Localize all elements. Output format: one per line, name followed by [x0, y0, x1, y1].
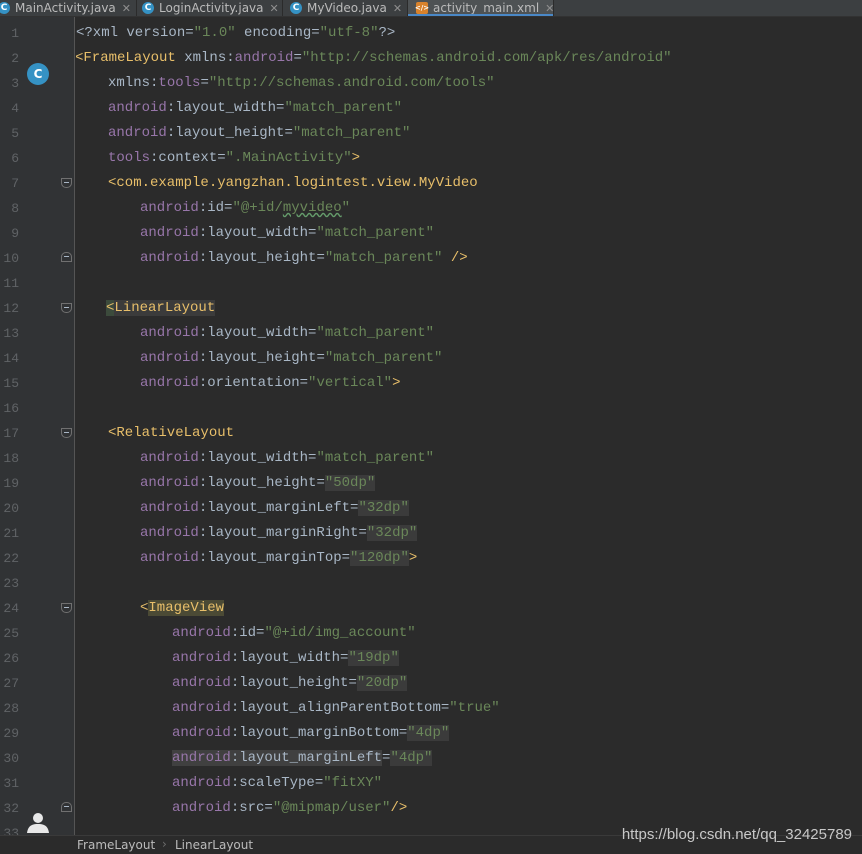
line-number: 8: [11, 201, 19, 216]
code-line: android:layout_width="match_parent": [140, 325, 435, 341]
close-icon[interactable]: ✕: [545, 2, 554, 15]
code-line: <com.example.yangzhan.logintest.view.MyV…: [108, 175, 478, 191]
line-number-gutter[interactable]: 1 2 3 4 5 6 7 8 9 10 11 12 13 14 15 16 1…: [0, 17, 75, 835]
line-number: 12: [3, 301, 19, 316]
code-editor[interactable]: <?xml version="1.0" encoding="utf-8"?> <…: [76, 17, 862, 835]
close-icon[interactable]: ✕: [270, 2, 279, 15]
java-class-icon: C: [290, 2, 302, 14]
line-number: 23: [3, 576, 19, 591]
line-number: 24: [3, 601, 19, 616]
close-icon[interactable]: ✕: [393, 2, 402, 15]
user-icon: [27, 813, 49, 833]
line-number: 25: [3, 626, 19, 641]
code-line: android:layout_width="match_parent": [108, 100, 403, 116]
code-line: android:scaleType="fitXY": [172, 775, 383, 791]
tab-main-activity[interactable]: C MainActivity.java ✕: [0, 0, 137, 16]
tab-label: activity_main.xml: [433, 1, 540, 15]
code-line: android:layout_width="match_parent": [140, 450, 435, 466]
code-line: android:layout_marginLeft="4dp": [172, 750, 433, 766]
code-line: android:layout_height="match_parent": [140, 350, 443, 366]
fold-collapse-icon[interactable]: [61, 603, 72, 613]
code-line: android:layout_marginLeft="32dp": [140, 500, 409, 516]
line-number: 20: [3, 501, 19, 516]
line-number: 22: [3, 551, 19, 566]
line-number: 18: [3, 451, 19, 466]
breadcrumb-item-linearlayout[interactable]: LinearLayout: [175, 838, 253, 852]
line-number: 21: [3, 526, 19, 541]
editor-tab-bar: C MainActivity.java ✕ C LoginActivity.ja…: [0, 0, 862, 17]
code-line: android:id="@+id/myvideo": [140, 200, 351, 216]
code-line: <RelativeLayout: [108, 425, 235, 441]
java-class-icon: C: [0, 2, 10, 14]
line-number: 27: [3, 676, 19, 691]
tab-login-activity[interactable]: C LoginActivity.java ✕: [137, 0, 283, 16]
code-line: android:layout_height="20dp": [172, 675, 408, 691]
line-number: 15: [3, 376, 19, 391]
line-number: 11: [3, 276, 19, 291]
code-line: <ImageView: [140, 600, 225, 616]
fold-expand-end-icon[interactable]: [61, 802, 72, 812]
code-line: android:orientation="vertical">: [140, 375, 401, 391]
fold-expand-end-icon[interactable]: [61, 252, 72, 262]
line-number: 13: [3, 326, 19, 341]
code-line: android:src="@mipmap/user"/>: [172, 800, 408, 816]
fold-collapse-icon[interactable]: [61, 428, 72, 438]
line-number: 30: [3, 751, 19, 766]
code-line: android:layout_height="match_parent" />: [140, 250, 468, 266]
line-number: 7: [11, 176, 19, 191]
code-line: <?xml version="1.0" encoding="utf-8"?>: [76, 25, 396, 41]
line-number: 14: [3, 351, 19, 366]
code-line: android:layout_height="match_parent": [108, 125, 411, 141]
line-number: 9: [11, 226, 19, 241]
code-line: android:layout_height="50dp": [140, 475, 376, 491]
line-number: 33: [3, 826, 19, 835]
line-number: 28: [3, 701, 19, 716]
code-line: android:layout_alignParentBottom="true": [172, 700, 500, 716]
line-number: 29: [3, 726, 19, 741]
code-line: android:id="@+id/img_account": [172, 625, 416, 641]
line-number: 31: [3, 776, 19, 791]
class-marker-icon[interactable]: C: [27, 63, 49, 85]
line-number: 19: [3, 476, 19, 491]
code-line: android:layout_width="match_parent": [140, 225, 435, 241]
code-line: android:layout_marginBottom="4dp": [172, 725, 450, 741]
code-line: <LinearLayout: [106, 300, 216, 316]
line-number: 2: [11, 51, 19, 66]
fold-collapse-icon[interactable]: [61, 303, 72, 313]
tab-label: MainActivity.java: [15, 1, 116, 15]
line-number: 17: [3, 426, 19, 441]
close-icon[interactable]: ✕: [122, 2, 131, 15]
line-number: 10: [3, 251, 19, 266]
chevron-right-icon: ›: [162, 837, 167, 851]
line-number: 32: [3, 801, 19, 816]
tab-label: LoginActivity.java: [159, 1, 264, 15]
line-number: 1: [11, 26, 19, 41]
line-number: 5: [11, 126, 19, 141]
line-number: 3: [11, 76, 19, 91]
line-number: 6: [11, 151, 19, 166]
line-number: 16: [3, 401, 19, 416]
java-class-icon: C: [142, 2, 154, 14]
line-number: 4: [11, 101, 19, 116]
code-line: xmlns:tools="http://schemas.android.com/…: [108, 75, 495, 91]
watermark: https://blog.csdn.net/qq_32425789: [621, 826, 852, 843]
line-number: 26: [3, 651, 19, 666]
code-line: <FrameLayout xmlns:android="http://schem…: [76, 50, 672, 66]
tab-label: MyVideo.java: [307, 1, 387, 15]
code-line: android:layout_width="19dp": [172, 650, 399, 666]
tab-activity-main-xml[interactable]: </> activity_main.xml ✕: [408, 0, 554, 16]
fold-collapse-icon[interactable]: [61, 178, 72, 188]
breadcrumb-item-framelayout[interactable]: FrameLayout: [77, 838, 155, 852]
code-line: android:layout_marginRight="32dp": [140, 525, 418, 541]
code-line: tools:context=".MainActivity">: [108, 150, 361, 166]
xml-file-icon: </>: [414, 2, 430, 14]
tab-my-video[interactable]: C MyVideo.java ✕: [283, 0, 408, 16]
code-line: android:layout_marginTop="120dp">: [140, 550, 418, 566]
